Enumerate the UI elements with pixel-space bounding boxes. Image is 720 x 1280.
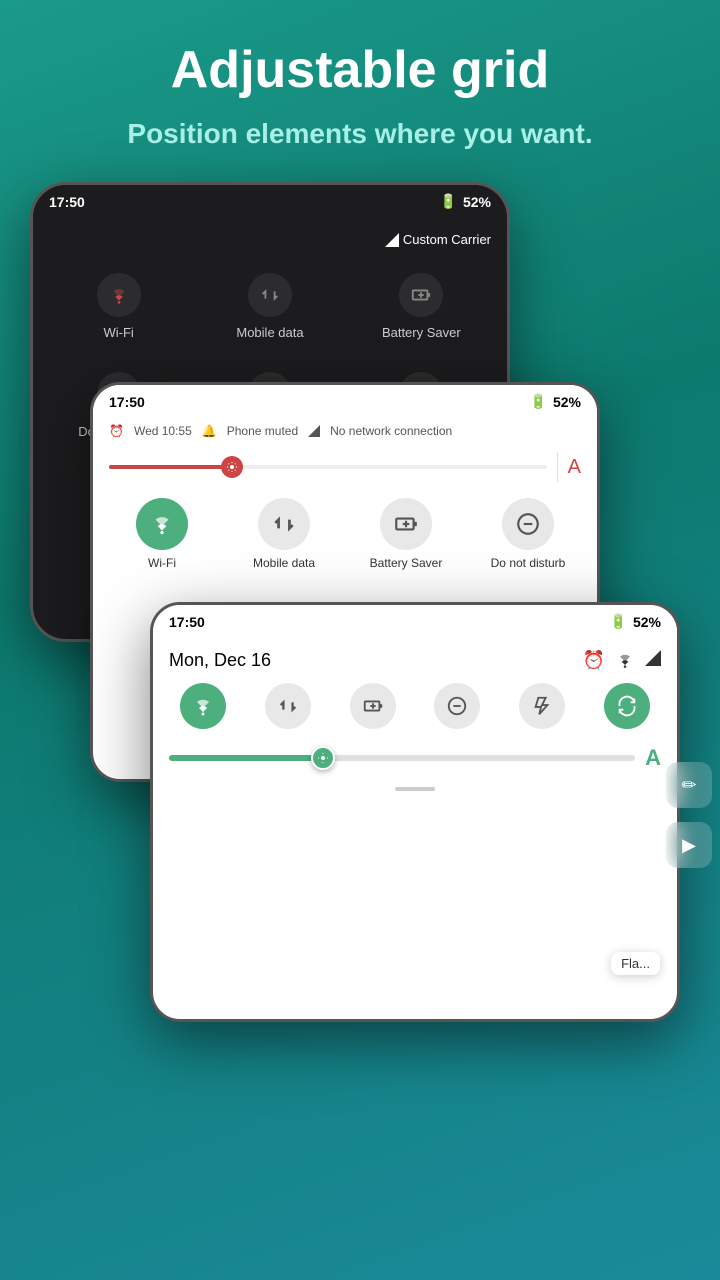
data-icon-2 (258, 498, 310, 550)
edit-button[interactable]: ✏ (666, 762, 712, 808)
tile-battery-3[interactable] (334, 683, 411, 729)
wifi-icon-1 (97, 273, 141, 317)
wifi-label-2: Wi-Fi (148, 556, 176, 570)
tile-dnd-2[interactable]: Do not disturb (471, 498, 585, 570)
battery-saver-icon-3 (350, 683, 396, 729)
phone-frame-3: 17:50 🔋 52% Mon, Dec 16 ⏰ (150, 602, 680, 1022)
wifi-label-1: Wi-Fi (104, 325, 134, 340)
dnd-icon-3 (434, 683, 480, 729)
info-row: ⏰ Wed 10:55 🔔 Phone muted No network con… (93, 418, 597, 444)
dnd-icon-2 (502, 498, 554, 550)
auto-brightness-icon-2[interactable]: A (568, 456, 581, 479)
alarm-icon-3: ⏰ (583, 650, 605, 671)
time-1: 17:50 (49, 194, 85, 210)
battery-saver-icon-1 (399, 273, 443, 317)
tile-data-2[interactable]: Mobile data (227, 498, 341, 570)
brightness-row-3: A (153, 733, 677, 783)
wifi-indicator-3 (615, 650, 635, 671)
time-2: 17:50 (109, 394, 145, 410)
status-bar-1: 17:50 🔋 52% (33, 185, 507, 218)
data-label-2: Mobile data (253, 556, 315, 570)
flashlight-side-label: Fla... (611, 952, 660, 975)
tiles-grid-3 (153, 679, 677, 733)
status-bar-2: 17:50 🔋 52% (93, 385, 597, 418)
battery-1: 52% (463, 194, 491, 210)
tile-flash-3[interactable] (504, 683, 581, 729)
carrier-name: Custom Carrier (403, 232, 491, 247)
wifi-icon-3 (180, 683, 226, 729)
data-icon-1 (248, 273, 292, 317)
tile-dnd-3[interactable] (419, 683, 496, 729)
rotate-icon-3 (604, 683, 650, 729)
battery-icon-2 (380, 498, 432, 550)
date-label: Mon, Dec 16 (169, 650, 271, 671)
battery-icon-3: 🔋 (610, 613, 627, 630)
flash-icon-3 (519, 683, 565, 729)
page-subtitle: Position elements where you want. (60, 116, 660, 152)
brightness-row-2: A (93, 444, 597, 490)
tile-battery-2[interactable]: Battery Saver (349, 498, 463, 570)
wifi-icon-2 (136, 498, 188, 550)
tile-battery-1[interactable]: Battery Saver (352, 263, 491, 350)
time-3: 17:50 (169, 614, 205, 630)
header-icons-3: ⏰ (583, 650, 661, 671)
info-time: Wed 10:55 (134, 424, 192, 438)
brightness-icon (226, 461, 238, 473)
battery-label-2: Battery Saver (370, 556, 443, 570)
battery-icon-2: 🔋 (530, 393, 547, 410)
page-title: Adjustable grid (60, 40, 660, 100)
side-buttons: ✏ ▶ (666, 762, 712, 868)
tile-data-1[interactable]: Mobile data (200, 263, 339, 350)
status-bar-3: 17:50 🔋 52% (153, 605, 677, 638)
auto-brightness-icon-3[interactable]: A (645, 745, 661, 771)
muted-label: Phone muted (227, 424, 298, 438)
network-label: No network connection (330, 424, 452, 438)
dnd-label-2: Do not disturb (491, 556, 566, 570)
signal-icon-3 (645, 650, 661, 671)
play-button[interactable]: ▶ (666, 822, 712, 868)
header: Adjustable grid Position elements where … (0, 0, 720, 182)
date-row: Mon, Dec 16 ⏰ (153, 638, 677, 679)
battery-icon-1: 🔋 (440, 193, 457, 210)
battery-2: 52% (553, 394, 581, 410)
alarm-icon: ⏰ (109, 424, 124, 438)
tile-data-3[interactable] (250, 683, 327, 729)
tile-wifi-1[interactable]: Wi-Fi (49, 263, 188, 350)
tile-wifi-3[interactable] (165, 683, 242, 729)
carrier-row: Custom Carrier (49, 228, 491, 255)
data-icon-3 (265, 683, 311, 729)
mute-icon: 🔔 (202, 424, 217, 438)
data-label-1: Mobile data (236, 325, 303, 340)
battery-label-1: Battery Saver (382, 325, 461, 340)
tile-rotate-3[interactable] (588, 683, 665, 729)
tile-wifi-2[interactable]: Wi-Fi (105, 498, 219, 570)
brightness-thumb-icon-3 (317, 752, 329, 764)
brightness-slider-3[interactable] (169, 755, 635, 761)
phones-container: 17:50 🔋 52% Custom Carrier (0, 182, 720, 1102)
brightness-slider-2[interactable] (109, 465, 547, 469)
signal-icon-2 (308, 425, 320, 437)
battery-3: 52% (633, 614, 661, 630)
tiles-grid-2: Wi-Fi Mobile data (93, 490, 597, 578)
signal-icon (385, 233, 399, 247)
